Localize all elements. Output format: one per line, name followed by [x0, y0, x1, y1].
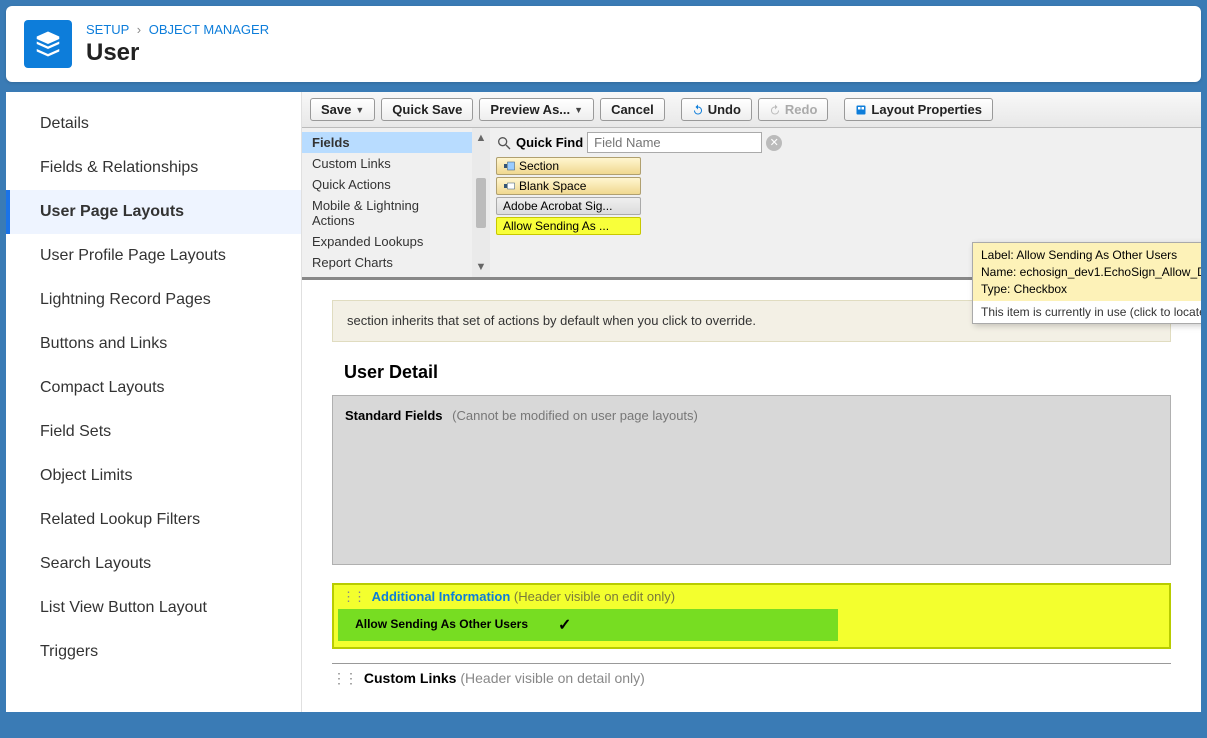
sidebar-item-field-sets[interactable]: Field Sets [6, 410, 301, 454]
scroll-thumb[interactable] [476, 178, 486, 228]
sidebar-item-user-profile-page-layouts[interactable]: User Profile Page Layouts [6, 234, 301, 278]
search-icon [496, 135, 512, 151]
breadcrumb-objmgr[interactable]: OBJECT MANAGER [149, 22, 269, 37]
sidebar-item-details[interactable]: Details [6, 102, 301, 146]
palette-cat-expanded-lookups[interactable]: Expanded Lookups [302, 231, 472, 252]
layout-icon [855, 104, 867, 116]
section-icon [503, 160, 515, 172]
field-allow-sending-as-other-users[interactable]: Allow Sending As Other Users ✓ [338, 609, 838, 641]
preview-as-button[interactable]: Preview As...▼ [479, 98, 594, 121]
palette-cat-mobile-lightning[interactable]: Mobile & Lightning Actions [302, 195, 472, 231]
grip-icon: ⋮⋮ [342, 589, 364, 604]
standard-fields-section: Standard Fields (Cannot be modified on u… [332, 395, 1171, 565]
tooltip-label: Label: Allow Sending As Other Users [981, 247, 1201, 264]
sidebar-item-fields-relationships[interactable]: Fields & Relationships [6, 146, 301, 190]
palette-categories: Fields Custom Links Quick Actions Mobile… [302, 128, 472, 277]
additional-info-label: Additional Information [372, 589, 511, 604]
layout-properties-button[interactable]: Layout Properties [844, 98, 993, 121]
scroll-up-icon: ▲ [476, 132, 487, 144]
redo-icon [769, 104, 781, 116]
sidebar-item-buttons-links[interactable]: Buttons and Links [6, 322, 301, 366]
sidebar-item-object-limits[interactable]: Object Limits [6, 454, 301, 498]
quick-save-button[interactable]: Quick Save [381, 98, 473, 121]
palette-cat-quick-actions[interactable]: Quick Actions [302, 174, 472, 195]
breadcrumb: SETUP › OBJECT MANAGER [86, 22, 269, 37]
additional-info-hint: (Header visible on edit only) [514, 589, 675, 604]
scroll-down-icon: ▼ [476, 261, 487, 273]
palette-item-adobe-acrobat[interactable]: Adobe Acrobat Sig... [496, 197, 641, 215]
sidebar-item-compact-layouts[interactable]: Compact Layouts [6, 366, 301, 410]
blank-space-icon [503, 180, 515, 192]
palette-item-allow-sending[interactable]: Allow Sending As ... [496, 217, 641, 235]
grip-icon: ⋮⋮ [332, 670, 356, 686]
custom-links-hint: (Header visible on detail only) [460, 670, 644, 686]
clear-search-icon[interactable]: ✕ [766, 135, 782, 151]
tooltip-footer[interactable]: This item is currently in use (click to … [973, 301, 1201, 323]
undo-button[interactable]: Undo [681, 98, 752, 121]
sidebar-item-search-layouts[interactable]: Search Layouts [6, 542, 301, 586]
sidebar-item-triggers[interactable]: Triggers [6, 630, 301, 674]
toolbar: Save▼ Quick Save Preview As...▼ Cancel U… [302, 92, 1201, 128]
save-button[interactable]: Save▼ [310, 98, 375, 121]
palette-item-blank-space[interactable]: Blank Space [496, 177, 641, 195]
check-icon: ✓ [558, 615, 571, 635]
custom-links-section[interactable]: ⋮⋮ Custom Links (Header visible on detai… [332, 663, 1171, 687]
sidebar: Details Fields & Relationships User Page… [6, 92, 301, 712]
sidebar-item-user-page-layouts[interactable]: User Page Layouts [6, 190, 301, 234]
field-tooltip: Label: Allow Sending As Other Users Name… [972, 242, 1201, 324]
page-header: SETUP › OBJECT MANAGER User [6, 6, 1201, 82]
undo-icon [692, 104, 704, 116]
additional-information-section[interactable]: ⋮⋮ Additional Information (Header visibl… [332, 583, 1171, 649]
object-icon [24, 20, 72, 68]
tooltip-name: Name: echosign_dev1.EchoSign_Allow_Deleg… [981, 264, 1201, 281]
palette-scrollbar[interactable]: ▲ ▼ [472, 128, 490, 277]
standard-fields-label: Standard Fields [345, 408, 443, 423]
palette-cat-report-charts[interactable]: Report Charts [302, 252, 472, 273]
breadcrumb-setup[interactable]: SETUP [86, 22, 129, 37]
field-label: Allow Sending As Other Users [348, 618, 528, 631]
custom-links-label: Custom Links [364, 670, 457, 686]
palette-cat-custom-links[interactable]: Custom Links [302, 153, 472, 174]
sidebar-item-lightning-record-pages[interactable]: Lightning Record Pages [6, 278, 301, 322]
standard-fields-hint: (Cannot be modified on user page layouts… [452, 408, 698, 423]
quick-find-input[interactable] [587, 132, 762, 153]
redo-button[interactable]: Redo [758, 98, 829, 121]
quick-find-label: Quick Find [516, 135, 583, 150]
layout-editor: Save▼ Quick Save Preview As...▼ Cancel U… [301, 92, 1201, 712]
cancel-button[interactable]: Cancel [600, 98, 665, 121]
sidebar-item-list-view-button-layout[interactable]: List View Button Layout [6, 586, 301, 630]
page-title: User [86, 39, 269, 67]
palette-cat-fields[interactable]: Fields [302, 132, 472, 153]
palette-item-section[interactable]: Section [496, 157, 641, 175]
user-detail-title: User Detail [344, 362, 1171, 383]
sidebar-item-related-lookup-filters[interactable]: Related Lookup Filters [6, 498, 301, 542]
tooltip-type: Type: Checkbox [981, 281, 1201, 298]
